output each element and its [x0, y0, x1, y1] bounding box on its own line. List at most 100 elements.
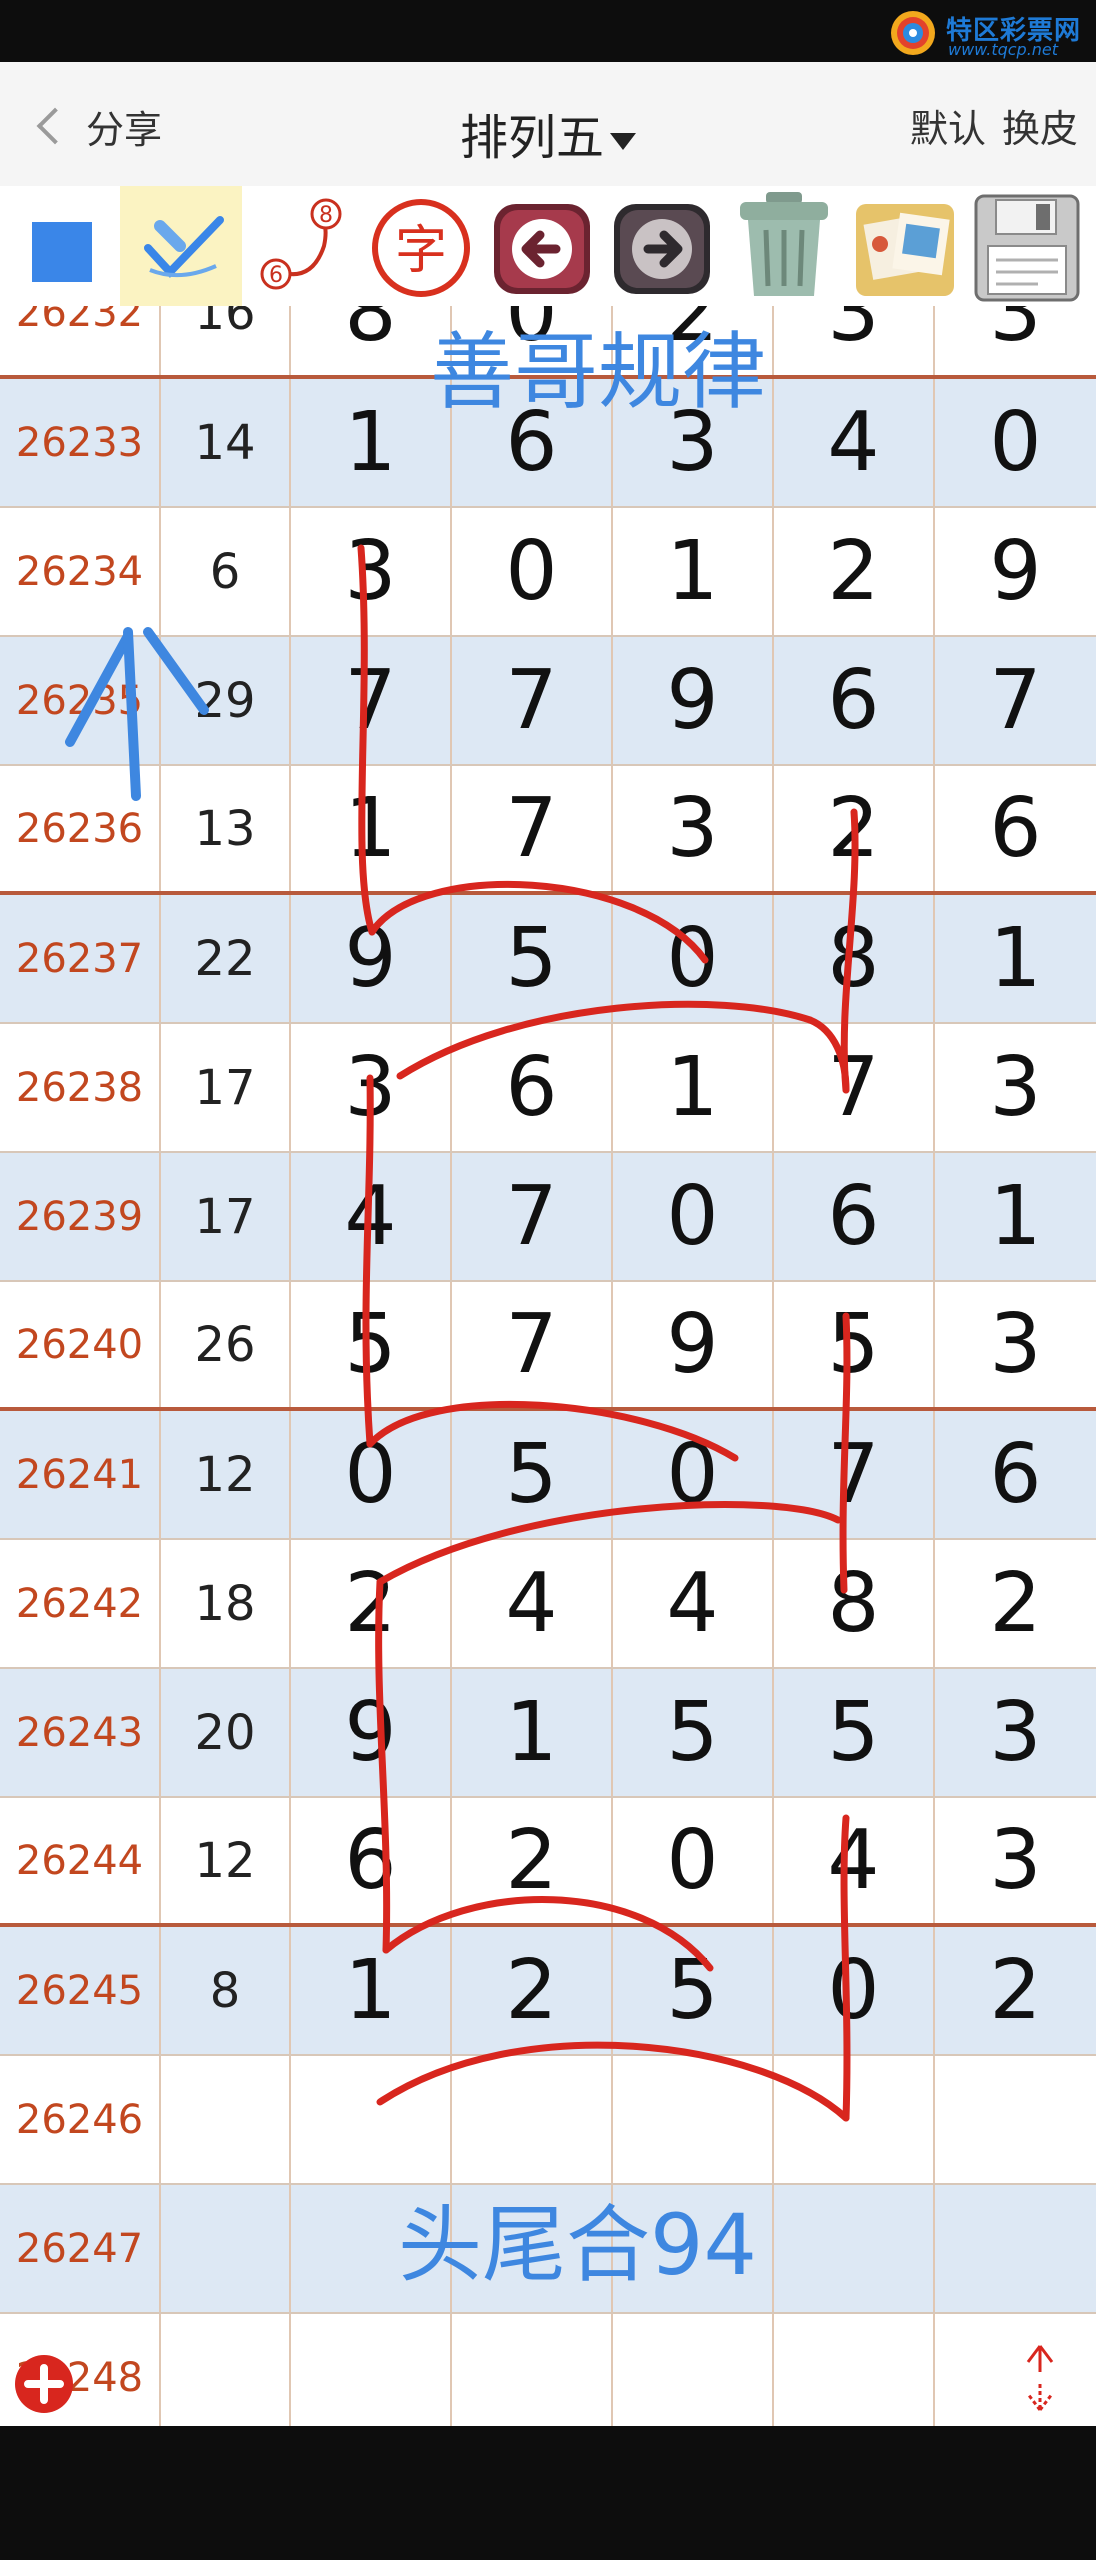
default-button[interactable]: 默认: [910, 98, 986, 153]
issue-number-cell: 26233: [0, 379, 161, 506]
table-row[interactable]: 26237 22 9 5 0 8 1: [0, 895, 1096, 1024]
table-row[interactable]: 26246: [0, 2056, 1096, 2185]
digit-cell-4: 4: [774, 1798, 935, 1923]
digit-cell-2: [452, 2314, 613, 2426]
change-skin-button[interactable]: 换皮: [1002, 98, 1078, 153]
table-row[interactable]: 26236 13 1 7 3 2 6: [0, 766, 1096, 895]
issue-number-cell: 26239: [0, 1153, 161, 1280]
digit-cell-2: 1: [452, 1669, 613, 1796]
text-zi-icon: 字: [372, 199, 470, 297]
sum-cell: 16: [161, 306, 291, 375]
header-menu: 默认 换皮: [910, 98, 1078, 153]
digit-cell-1: 1: [291, 766, 452, 891]
table-row[interactable]: 26242 18 2 4 4 8 2: [0, 1540, 1096, 1669]
status-bar: 特区彩票网 www.tqcp.net: [0, 0, 1096, 62]
sum-cell: 8: [161, 1927, 291, 2054]
digit-cell-2: 2: [452, 1798, 613, 1923]
digit-cell-3: [613, 2314, 774, 2426]
digit-cell-2: 2: [452, 1927, 613, 2054]
table-row[interactable]: 26243 20 9 1 5 5 3: [0, 1669, 1096, 1798]
digit-cell-1: 3: [291, 508, 452, 635]
chevron-left-icon: [36, 107, 74, 145]
digit-cell-3: [613, 2056, 774, 2183]
issue-number-cell: 26235: [0, 637, 161, 764]
digit-cell-3: 9: [613, 1282, 774, 1407]
undo-button[interactable]: [486, 186, 598, 306]
digit-cell-1: 0: [291, 1411, 452, 1538]
digit-cell-3: 5: [613, 1669, 774, 1796]
digit-cell-4: 5: [774, 1669, 935, 1796]
save-button[interactable]: [968, 186, 1086, 306]
table-row[interactable]: 26234 6 3 0 1 2 9: [0, 508, 1096, 637]
lottery-title-dropdown[interactable]: 排列五: [460, 110, 636, 166]
digit-cell-2: 5: [452, 1411, 613, 1538]
digit-cell-5: 6: [989, 781, 1042, 876]
digit-cell-2: 7: [452, 637, 613, 764]
table-row[interactable]: 26241 12 0 5 0 7 6: [0, 1411, 1096, 1540]
pen-check-icon: [144, 216, 224, 278]
digit-cell-3: 3: [613, 766, 774, 891]
plus-icon: [15, 2355, 73, 2413]
sum-cell: 6: [161, 508, 291, 635]
digit-cell-5: 3: [989, 1813, 1042, 1908]
site-watermark: 特区彩票网 www.tqcp.net: [888, 6, 1088, 60]
table-row[interactable]: 26240 26 5 7 9 5 3: [0, 1282, 1096, 1411]
color-tool[interactable]: [10, 186, 115, 306]
scroll-control[interactable]: [1010, 2340, 1070, 2416]
digit-cell-1: 5: [291, 1282, 452, 1407]
table-row[interactable]: 26239 17 4 7 0 6 1: [0, 1153, 1096, 1282]
digit-cell-5: 1: [989, 1169, 1042, 1264]
issue-number-cell: 26243: [0, 1669, 161, 1796]
issue-number-cell: 26237: [0, 895, 161, 1022]
digit-cell-2: 5: [452, 895, 613, 1022]
add-fab[interactable]: [14, 2354, 74, 2414]
digit-cell-4: 2: [774, 508, 935, 635]
digit-cell-3: 1: [613, 508, 774, 635]
page-title: 排列五: [459, 110, 604, 166]
digit-cell-3: 0: [613, 895, 774, 1022]
digit-cell-5: 6: [989, 1427, 1042, 1522]
swirl-logo-icon: [891, 11, 935, 55]
digit-cell-1: 6: [291, 1798, 452, 1923]
digit-cell-5: 3: [989, 1297, 1042, 1392]
issue-number-cell: 26234: [0, 508, 161, 635]
digit-cell-5: 9: [989, 524, 1042, 619]
blue-square-icon: [32, 222, 92, 282]
sum-cell: [161, 2185, 291, 2312]
issue-number-cell: 26246: [0, 2056, 161, 2183]
issue-number-cell: 26247: [0, 2185, 161, 2312]
text-tool-label: 字: [395, 221, 447, 281]
digit-cell-1: 2: [291, 1540, 452, 1667]
table-row[interactable]: 26245 8 1 2 5 0 2: [0, 1927, 1096, 2056]
digit-cell-4: 6: [774, 1153, 935, 1280]
table-row[interactable]: 26248: [0, 2314, 1096, 2426]
table-row[interactable]: 26238 17 3 6 1 7 3: [0, 1024, 1096, 1153]
route-tool[interactable]: 6 8: [252, 186, 357, 306]
route-start-label: 6: [269, 263, 283, 288]
digit-cell-3: 9: [613, 637, 774, 764]
digit-cell-4: 3: [774, 306, 935, 375]
arrow-right-icon: [614, 204, 710, 294]
digit-cell-2: 7: [452, 1282, 613, 1407]
table-row[interactable]: 26244 12 6 2 0 4 3: [0, 1798, 1096, 1927]
trash-icon: [740, 192, 828, 296]
share-back-button[interactable]: 分享: [30, 98, 162, 154]
gallery-button[interactable]: [846, 186, 964, 306]
issue-number-cell: 26236: [0, 766, 161, 891]
digit-cell-1: [291, 2314, 452, 2426]
digit-cell-1: 1: [291, 1927, 452, 2054]
redo-button[interactable]: [606, 186, 718, 306]
table-row[interactable]: 26235 29 7 7 9 6 7: [0, 637, 1096, 766]
clear-button[interactable]: [726, 186, 842, 306]
bottom-bar: [0, 2426, 1096, 2560]
digit-cell-3: 0: [613, 1153, 774, 1280]
text-tool[interactable]: 字: [365, 186, 477, 306]
digit-cell-4: 6: [774, 637, 935, 764]
caret-down-icon: [610, 132, 636, 150]
gallery-icon: [856, 204, 954, 296]
digit-cell-1: 8: [291, 306, 452, 375]
digit-cell-3: 5: [613, 1927, 774, 2054]
issue-number-cell: 26240: [0, 1282, 161, 1407]
pen-tool[interactable]: [120, 186, 242, 306]
digit-cell-2: 7: [452, 766, 613, 891]
